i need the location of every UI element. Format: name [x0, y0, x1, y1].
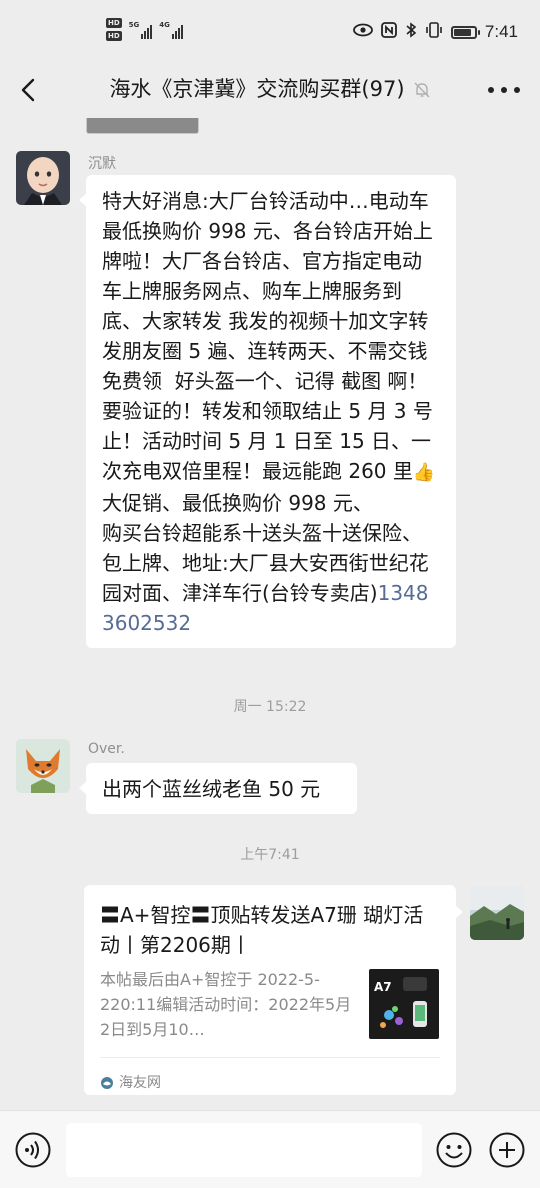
sender-name: Over.	[88, 741, 125, 757]
mountain-avatar	[470, 886, 524, 940]
message-bubble[interactable]: 特大好消息:大厂台铃活动中…电动车最低换购价 998 元、各台铃店开始上牌啦！大…	[79, 175, 456, 648]
card-summary: 本帖最后由A+智控于 2022-5-220:11编辑活动时间：2022年5月2日…	[100, 970, 352, 1039]
group-name: 海水《京津冀》交流购买群(97)	[109, 77, 405, 101]
message-list[interactable]: 沉默 特大好消息:大厂台铃活动中…电动车最低换购价 998 元、各台铃店开始上牌…	[0, 118, 540, 1110]
input-bar	[0, 1110, 540, 1188]
more-icon	[488, 87, 494, 93]
chat-header: 海水《京津冀》交流购买群(97)	[0, 62, 540, 118]
plus-button[interactable]	[488, 1131, 526, 1169]
previous-video-message[interactable]	[86, 118, 199, 134]
baby-avatar	[16, 151, 70, 205]
status-bar: HD HD 5G 4G 7:41	[0, 0, 540, 62]
timestamp: 周一 15:22	[233, 699, 307, 715]
message-text: 出两个蓝丝绒老鱼 50 元	[102, 777, 321, 801]
bluetooth-icon	[405, 22, 417, 42]
source-icon	[101, 1077, 113, 1089]
card-thumbnail: A7	[369, 969, 439, 1039]
message-text: 特大好消息:大厂台铃活动中…电动车最低换购价 998 元、各台铃店开始上牌啦！大…	[102, 189, 433, 483]
hd-badge: HD	[106, 31, 122, 41]
card-title: 〓A+智控〓顶贴转发送A7珊 瑚灯活动丨第2206期丨	[100, 903, 424, 957]
signal-icon: 5G	[129, 21, 153, 39]
chat-title: 海水《京津冀》交流购买群(97)	[0, 74, 540, 104]
thumbnail-label: A7	[374, 980, 392, 994]
eye-icon	[353, 23, 373, 41]
voice-button[interactable]	[14, 1131, 52, 1169]
fox-avatar	[16, 739, 70, 793]
clock: 7:41	[484, 22, 518, 41]
network-status: HD HD 5G 4G	[106, 18, 183, 41]
voice-icon	[15, 1132, 51, 1168]
plus-icon	[489, 1132, 525, 1168]
link-card[interactable]: 〓A+智控〓顶贴转发送A7珊 瑚灯活动丨第2206期丨 本帖最后由A+智控于 2…	[84, 885, 463, 1095]
avatar[interactable]	[16, 739, 70, 793]
bell-off-icon	[414, 82, 430, 98]
timestamp: 上午7:41	[240, 847, 300, 863]
avatar[interactable]	[16, 151, 70, 205]
thumbs-up-emoji: 👍	[412, 462, 436, 483]
more-button[interactable]	[488, 76, 520, 104]
message-bubble[interactable]: 出两个蓝丝绒老鱼 50 元	[79, 763, 357, 814]
nfc-icon	[381, 22, 397, 42]
card-source-name: 海友网	[119, 1075, 161, 1091]
vibrate-icon	[425, 22, 443, 42]
signal-icon: 4G	[159, 21, 183, 39]
message-input[interactable]	[66, 1123, 422, 1177]
avatar[interactable]	[470, 886, 524, 940]
sender-name: 沉默	[88, 156, 116, 172]
emoji-button[interactable]	[435, 1131, 473, 1169]
emoji-icon	[436, 1132, 472, 1168]
hd-badge: HD	[106, 18, 122, 28]
battery-icon	[450, 25, 480, 39]
